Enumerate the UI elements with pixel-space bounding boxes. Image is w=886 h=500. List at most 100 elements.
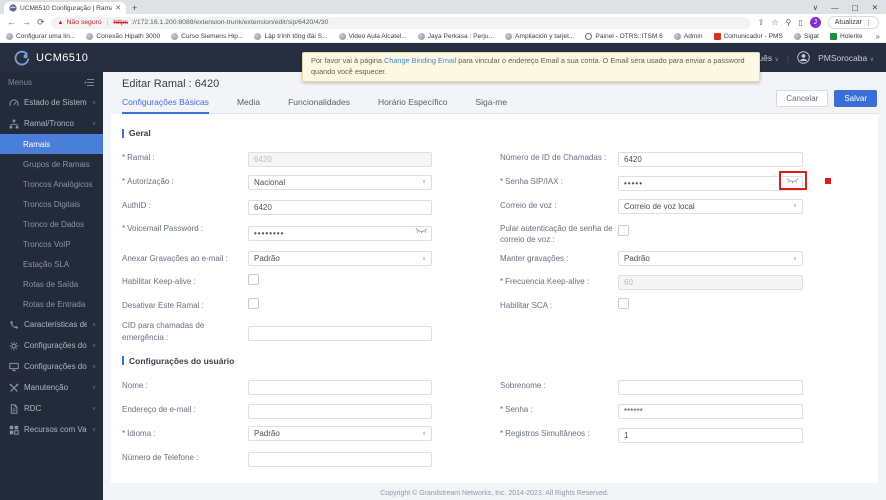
- bookmark-item[interactable]: Holerite: [830, 33, 863, 40]
- manter-gravacoes-select[interactable]: Padrão∨: [618, 251, 803, 266]
- chevron-down-icon: ∨: [774, 57, 778, 63]
- kebab-menu-icon[interactable]: ⋮: [865, 19, 872, 27]
- numero-id-chamadas-input[interactable]: [618, 152, 803, 167]
- registros-simultaneos-input[interactable]: [618, 428, 803, 443]
- bookmark-item[interactable]: Jaya Perkasa : Perju...: [418, 33, 494, 40]
- sidebar-item-troncos-digitais[interactable]: Troncos Digitais: [0, 194, 103, 214]
- bookmark-item[interactable]: Lập trình tổng đài S...: [254, 33, 327, 40]
- bookmark-item[interactable]: Admin: [674, 33, 703, 40]
- url-scheme: https: [113, 19, 128, 26]
- anexar-gravacoes-select[interactable]: Padrão∨: [248, 251, 432, 266]
- sidebar-item-estado-de-sistema[interactable]: Estado de Sistema∨: [0, 92, 103, 113]
- sidebar-item-rotas-de-saida[interactable]: Rotas de Saída: [0, 274, 103, 294]
- correio-de-voz-select[interactable]: Correio de voz local∨: [618, 199, 803, 214]
- show-password-eye-icon[interactable]: [415, 227, 428, 235]
- field-label-cid-emergencia: CID para chamadas de emergência :: [122, 320, 248, 342]
- close-icon[interactable]: ✕: [872, 3, 878, 12]
- back-icon[interactable]: ←: [7, 18, 16, 27]
- cancel-button[interactable]: Cancelar: [776, 90, 828, 107]
- tab-close-icon[interactable]: ✕: [115, 5, 121, 12]
- sidebar-item-label: RDC: [24, 404, 87, 413]
- sidebar-item-troncos-voip[interactable]: Troncos VoIP: [0, 234, 103, 254]
- url-text: ://172.16.1.200:8089/extension-trunk/ext…: [131, 19, 328, 26]
- bookmark-label: Video Aula Alcatel...: [349, 33, 407, 40]
- tab-search-icon[interactable]: ∨: [813, 3, 819, 12]
- habilitar-keepalive-checkbox[interactable]: [248, 274, 259, 285]
- address-bar[interactable]: ▲ Não seguro | https://172.16.1.200:8089…: [51, 17, 751, 29]
- tab-horario-especifico[interactable]: Horário Específico: [378, 97, 447, 113]
- sidebar-item-estacao-sla[interactable]: Estação SLA: [0, 254, 103, 274]
- telefone-input[interactable]: [248, 452, 432, 467]
- sidebar-item-troncos-analogicos[interactable]: Troncos Analógicos: [0, 174, 103, 194]
- side-panel-icon[interactable]: ▯: [798, 19, 802, 27]
- bookmark-item[interactable]: Curso Siemens Hip...: [171, 33, 243, 40]
- email-input[interactable]: [248, 404, 432, 419]
- forward-icon[interactable]: →: [22, 18, 31, 27]
- autorizacao-select[interactable]: Nacional∨: [248, 175, 432, 190]
- idioma-select[interactable]: Padrão∨: [248, 426, 432, 441]
- voicemail-password-input[interactable]: [248, 226, 432, 241]
- sidebar-item-label: Estado de Sistema: [24, 98, 87, 107]
- habilitar-sca-checkbox[interactable]: [618, 298, 629, 309]
- update-browser-button[interactable]: Atualizar⋮: [828, 16, 879, 29]
- sidebar-item-rdc[interactable]: RDC∨: [0, 398, 103, 419]
- sobrenome-input[interactable]: [618, 380, 803, 395]
- bookmark-item[interactable]: Conexão Hipath 3000: [86, 33, 160, 40]
- change-binding-email-link[interactable]: Change Binding Email: [384, 56, 456, 65]
- sidebar-item-manutencao[interactable]: Manutenção∨: [0, 377, 103, 398]
- browser-tab[interactable]: UCM6510 Configuração | Ramais ✕: [4, 2, 126, 14]
- desativar-ramal-checkbox[interactable]: [248, 298, 259, 309]
- sidebar-item-grupos-de-ramais[interactable]: Grupos de Ramais: [0, 154, 103, 174]
- tab-media[interactable]: Media: [237, 97, 260, 113]
- maximize-icon[interactable]: ▢: [852, 3, 859, 12]
- chevron-down-icon: ∨: [793, 203, 797, 209]
- sidebar-item-recursos-com-valor[interactable]: Recursos com Valo...∨: [0, 419, 103, 440]
- collapse-menu-icon[interactable]: [84, 78, 95, 87]
- bookmark-item[interactable]: Comunicador - PMS: [714, 33, 783, 40]
- extensions-icon[interactable]: ⚲: [786, 19, 792, 27]
- field-label-senha: *Senha :: [500, 404, 618, 415]
- show-password-eye-icon[interactable]: [786, 177, 799, 185]
- page-actions: Cancelar Salvar: [776, 90, 877, 107]
- sidebar-item-ramal-tronco[interactable]: Ramal/Tronco∧: [0, 113, 103, 134]
- globe-icon: [171, 33, 178, 40]
- nome-input[interactable]: [248, 380, 432, 395]
- bookmark-label: Admin: [684, 33, 703, 40]
- sidebar-item-ramais[interactable]: Ramais: [0, 134, 103, 154]
- sidebar-item-label: Manutenção: [24, 383, 87, 392]
- sidebar-item-configuracoes-do-sistema[interactable]: Configurações do S...∨: [0, 356, 103, 377]
- bookmarks-overflow-icon[interactable]: »: [876, 32, 880, 41]
- cid-emergencia-input[interactable]: [248, 326, 432, 341]
- voicemail-password-field: [248, 223, 432, 241]
- bookmark-item[interactable]: Configurar uma lin...: [6, 33, 75, 40]
- sidebar-item-caracteristicas-de-chamadas[interactable]: Características de C...∨: [0, 314, 103, 335]
- chevron-down-icon: ∨: [92, 343, 96, 349]
- favicon: [9, 4, 17, 12]
- tab-siga-me[interactable]: Siga-me: [475, 97, 507, 113]
- bookmark-label: Ampliación y tarjet...: [515, 33, 574, 40]
- sidebar-item-label: Configurações do P...: [24, 341, 87, 350]
- bookmark-item[interactable]: Ampliación y tarjet...: [505, 33, 574, 40]
- pular-autenticacao-checkbox[interactable]: [618, 225, 629, 236]
- sidebar-item-rotas-de-entrada[interactable]: Rotas de Entrada: [0, 294, 103, 314]
- save-button[interactable]: Salvar: [834, 90, 877, 107]
- bookmark-item[interactable]: Sigat: [794, 33, 819, 40]
- senha-input[interactable]: [618, 404, 803, 419]
- user-menu[interactable]: PMSorocaba ∨: [818, 53, 874, 63]
- bookmark-item[interactable]: Painel - OTRS::ITSM 6: [585, 33, 662, 40]
- bookmark-item[interactable]: Video Aula Alcatel...: [339, 33, 407, 40]
- share-icon[interactable]: ⇪: [758, 19, 765, 27]
- user-avatar-icon: [797, 51, 810, 64]
- senha-sip-iax-input[interactable]: [618, 176, 803, 191]
- reload-icon[interactable]: ⟳: [37, 18, 45, 27]
- profile-avatar[interactable]: J: [810, 17, 821, 28]
- sidebar-item-tronco-de-dados[interactable]: Tronco de Dados: [0, 214, 103, 234]
- bookmark-star-icon[interactable]: ☆: [771, 19, 778, 27]
- tab-configuracoes-basicas[interactable]: Configurações Básicas: [122, 97, 209, 114]
- globe-icon: [6, 33, 13, 40]
- tab-funcionalidades[interactable]: Funcionalidades: [288, 97, 350, 113]
- new-tab-button[interactable]: +: [132, 2, 137, 14]
- sidebar-item-configuracoes-do-pbx[interactable]: Configurações do P... ∨: [0, 335, 103, 356]
- minimize-icon[interactable]: —: [831, 3, 839, 12]
- authid-input[interactable]: [248, 200, 432, 215]
